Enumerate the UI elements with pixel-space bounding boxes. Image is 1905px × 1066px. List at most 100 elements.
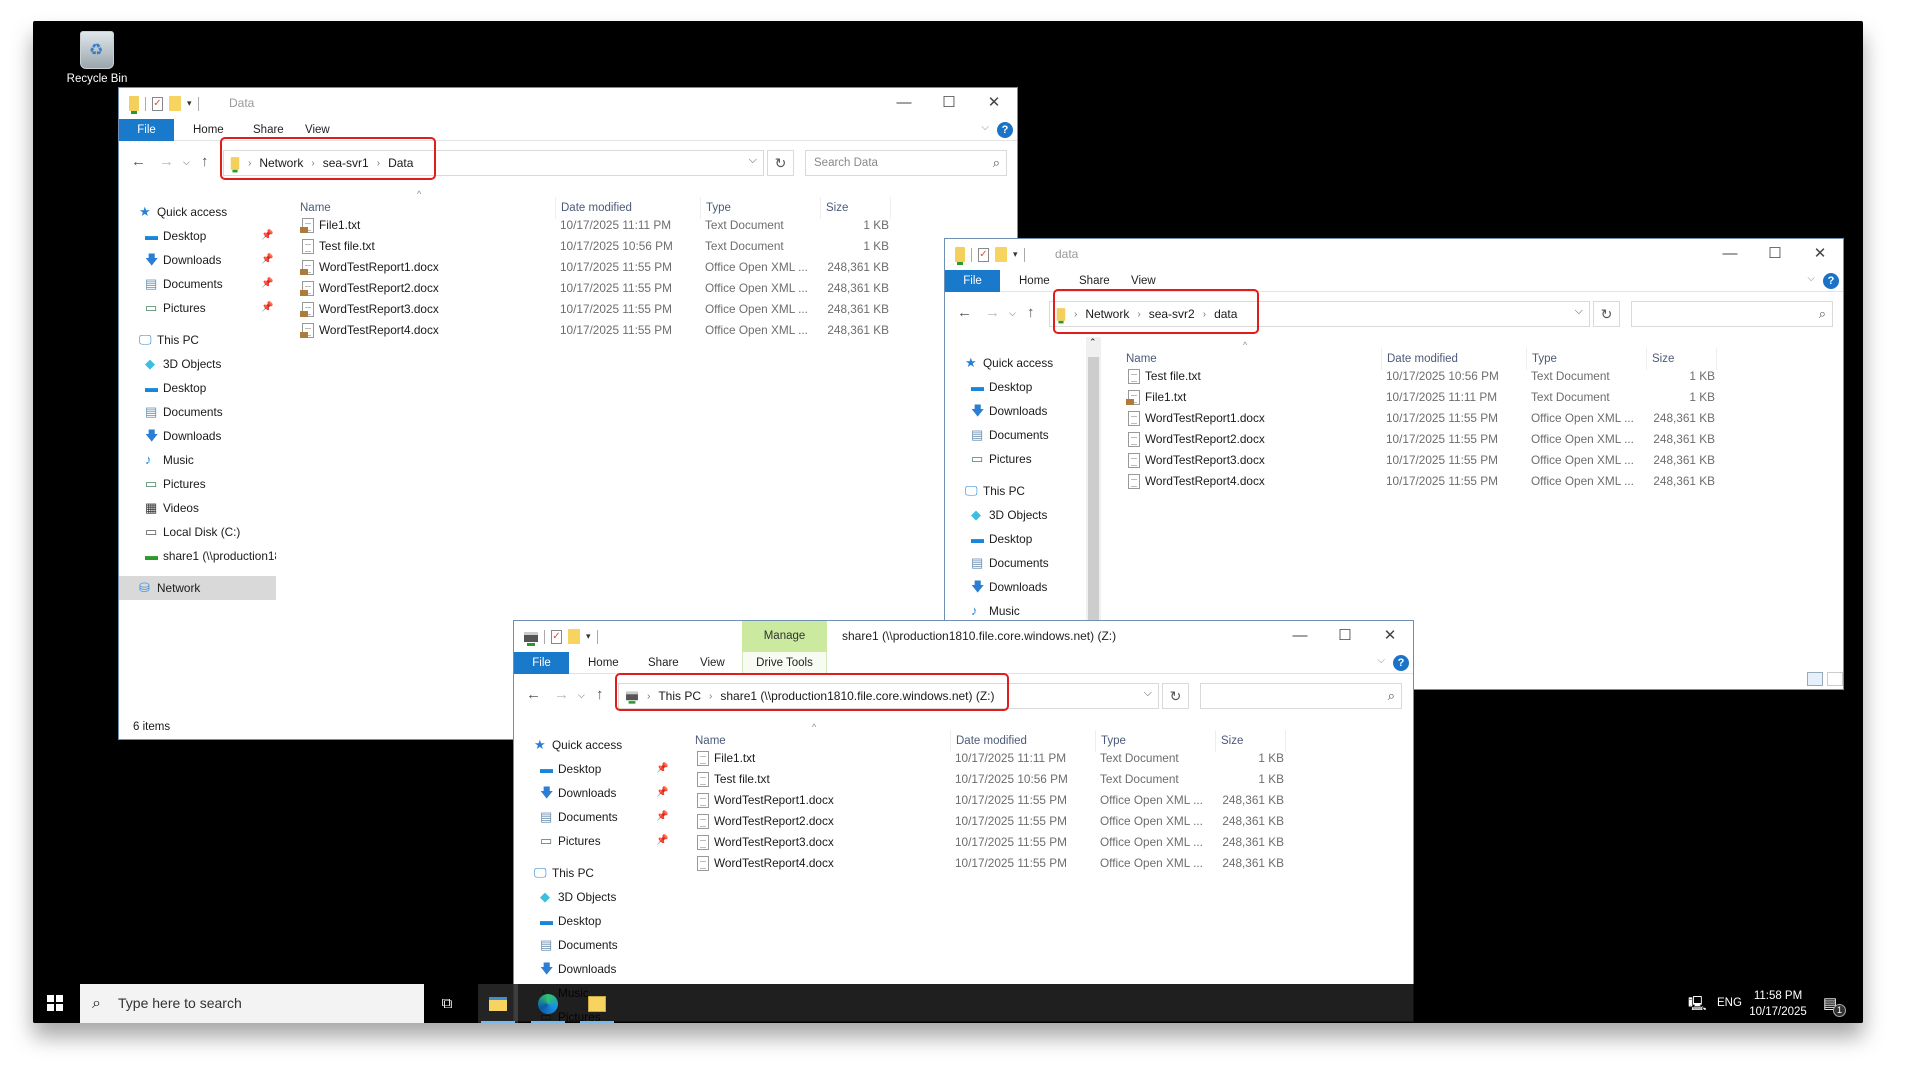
nav-item-desktop[interactable]: ▬ Desktop — [514, 909, 671, 933]
back-button[interactable]: ← — [526, 684, 541, 706]
nav-item-desktop[interactable]: ▬ Desktop — [945, 527, 1102, 551]
new-folder-icon[interactable] — [169, 96, 181, 111]
nav-item-network[interactable]: ⛁ Network — [119, 576, 276, 600]
breadcrumb-chevron-icon[interactable]: › — [1203, 309, 1206, 320]
nav-item-desktop[interactable]: ▬Desktop📌 — [945, 375, 1102, 399]
task-view-button[interactable]: ⧉ — [427, 984, 467, 1023]
file-row[interactable]: WordTestReport1.docx 10/17/2025 11:55 PM O… — [299, 257, 899, 278]
recent-locations-chevron-icon[interactable]: ⌵ — [183, 151, 190, 173]
file-name[interactable]: WordTestReport2.docx — [1145, 429, 1265, 450]
file-row[interactable]: File1.txt 10/17/2025 11:11 PM Text Documen… — [1125, 387, 1725, 408]
nav-item-documents[interactable]: ▤ Documents — [945, 551, 1102, 575]
address-history-dropdown-icon[interactable]: ⌵ — [1575, 305, 1583, 318]
nav-item-downloads[interactable]: 🡇 Downloads 📌 — [119, 248, 276, 272]
file-name[interactable]: WordTestReport2.docx — [714, 811, 834, 832]
file-row[interactable]: Test file.txt 10/17/2025 10:56 PM Text Doc… — [694, 769, 1294, 790]
address-bar[interactable]: › Network › sea-svr1 › Data ⌵ — [223, 150, 764, 176]
breadcrumb-item[interactable]: Network — [1085, 307, 1129, 321]
clock[interactable]: 11:58 PM 10/17/2025 — [1747, 984, 1809, 1023]
contextual-tab-manage[interactable]: Manage — [742, 621, 827, 652]
nav-item-3d-objects[interactable]: ◆ 3D Objects — [119, 352, 276, 376]
nav-item-desktop[interactable]: ▬Desktop📌 — [119, 224, 276, 248]
help-icon[interactable]: ? — [1823, 273, 1839, 289]
customize-toolbar-icon[interactable]: ▾ — [1013, 249, 1018, 260]
help-icon[interactable]: ? — [997, 122, 1013, 138]
ribbon-tab-view[interactable]: View — [299, 119, 336, 141]
nav-item-documents[interactable]: ▤ Documents — [119, 400, 276, 424]
file-row[interactable]: WordTestReport4.docx 10/17/2025 11:55 PM O… — [299, 320, 899, 341]
file-row[interactable]: WordTestReport2.docx 10/17/2025 11:55 PM O… — [694, 811, 1294, 832]
help-icon[interactable]: ? — [1393, 655, 1409, 671]
nav-item-local-disk-c[interactable]: ▭ Local Disk (C:) — [119, 520, 276, 544]
search-box[interactable]: Search Data ⌕ — [805, 150, 1007, 176]
ribbon-tab-share[interactable]: Share — [247, 119, 290, 141]
breadcrumb-chevron-icon[interactable]: › — [248, 158, 251, 169]
maximize-button[interactable]: ☐ — [929, 92, 969, 114]
breadcrumb-item[interactable]: Network — [259, 156, 303, 170]
nav-item-downloads[interactable]: 🡇 Downloads — [945, 575, 1102, 599]
expand-ribbon-chevron-icon[interactable]: ⌵ — [1377, 655, 1385, 666]
nav-item-3d-objects[interactable]: ◆ 3D Objects — [945, 503, 1102, 527]
breadcrumb-chevron-icon[interactable]: › — [311, 158, 314, 169]
file-row[interactable]: Test file.txt 10/17/2025 10:56 PM Text Doc… — [299, 236, 899, 257]
ribbon-tab-share[interactable]: Share — [1073, 270, 1116, 292]
refresh-button[interactable]: ↻ — [1593, 301, 1620, 327]
nav-item-desktop[interactable]: ▬Desktop📌 — [514, 757, 671, 781]
recent-locations-chevron-icon[interactable]: ⌵ — [578, 684, 585, 706]
file-row[interactable]: WordTestReport3.docx 10/17/2025 11:55 PM O… — [299, 299, 899, 320]
ribbon-tab-file[interactable]: File — [945, 270, 1000, 292]
nav-item-music[interactable]: ♪ Music — [119, 448, 276, 472]
nav-item-this-pc[interactable]: 🖵 This PC — [514, 861, 671, 885]
pin-icon[interactable]: 📌 — [261, 224, 273, 248]
breadcrumb-chevron-icon[interactable]: › — [1137, 309, 1140, 320]
back-button[interactable]: ← — [131, 151, 146, 173]
forward-button[interactable]: → — [554, 684, 569, 706]
recent-locations-chevron-icon[interactable]: ⌵ — [1009, 302, 1016, 324]
new-folder-icon[interactable] — [568, 629, 580, 644]
file-name[interactable]: Test file.txt — [1145, 366, 1201, 387]
explorer-network-taskbar-button[interactable] — [577, 984, 617, 1023]
notification-center-button[interactable]: ▤ 1 — [1823, 984, 1849, 1023]
file-row[interactable]: WordTestReport3.docx 10/17/2025 11:55 PM O… — [694, 832, 1294, 853]
title-bar[interactable]: ✓ ▾ Data — ☐ ✕ — [119, 88, 1017, 119]
file-name[interactable]: WordTestReport1.docx — [319, 257, 439, 278]
recycle-bin[interactable]: Recycle Bin — [47, 31, 147, 85]
search-box[interactable]: ⌕ — [1200, 683, 1402, 709]
pin-icon[interactable]: 📌 — [656, 781, 668, 805]
file-row[interactable]: WordTestReport3.docx 10/17/2025 11:55 PM O… — [1125, 450, 1725, 471]
pin-icon[interactable]: 📌 — [656, 757, 668, 781]
nav-item-3d-objects[interactable]: ◆ 3D Objects — [514, 885, 671, 909]
file-row[interactable]: WordTestReport4.docx 10/17/2025 11:55 PM O… — [694, 853, 1294, 874]
maximize-button[interactable]: ☐ — [1325, 625, 1365, 647]
file-name[interactable]: WordTestReport1.docx — [1145, 408, 1265, 429]
nav-item-pictures[interactable]: ▭Pictures📌 — [945, 447, 1102, 471]
nav-item-this-pc[interactable]: 🖵 This PC — [119, 328, 276, 352]
expand-ribbon-chevron-icon[interactable]: ⌵ — [1807, 273, 1815, 284]
file-row[interactable]: WordTestReport2.docx 10/17/2025 11:55 PM O… — [299, 278, 899, 299]
refresh-button[interactable]: ↻ — [1162, 683, 1189, 709]
large-icons-view-button[interactable] — [1827, 672, 1843, 686]
breadcrumb-chevron-icon[interactable]: › — [647, 691, 650, 702]
nav-item-downloads[interactable]: 🡇 Downloads 📌 — [514, 781, 671, 805]
ribbon-tab-view[interactable]: View — [1125, 270, 1162, 292]
title-bar[interactable]: ✓ ▾ Manage share1 (\\production1810.file.co… — [514, 621, 1413, 652]
nav-item-documents[interactable]: ▤ Documents 📌 — [119, 272, 276, 296]
address-bar[interactable]: › This PC › share1 (\\production1810.file.c… — [618, 683, 1159, 709]
breadcrumb-chevron-icon[interactable]: › — [709, 691, 712, 702]
pin-icon[interactable]: 📌 — [656, 829, 668, 853]
pin-icon[interactable]: 📌 — [261, 248, 273, 272]
file-name[interactable]: WordTestReport1.docx — [714, 790, 834, 811]
nav-item-videos[interactable]: ▦ Videos — [119, 496, 276, 520]
file-name[interactable]: WordTestReport4.docx — [1145, 471, 1265, 492]
file-row[interactable]: WordTestReport4.docx 10/17/2025 11:55 PM O… — [1125, 471, 1725, 492]
file-row[interactable]: WordTestReport1.docx 10/17/2025 11:55 PM O… — [694, 790, 1294, 811]
nav-item-documents[interactable]: ▤ Documents — [514, 933, 671, 957]
ribbon-tab-home[interactable]: Home — [1013, 270, 1056, 292]
expand-ribbon-chevron-icon[interactable]: ⌵ — [981, 122, 989, 133]
forward-button[interactable]: → — [985, 302, 1000, 324]
taskbar-search-box[interactable]: ⌕ Type here to search — [80, 984, 424, 1023]
start-button[interactable] — [47, 995, 63, 1011]
pin-icon[interactable]: 📌 — [261, 296, 273, 320]
file-name[interactable]: File1.txt — [319, 215, 360, 236]
file-name[interactable]: File1.txt — [714, 748, 755, 769]
